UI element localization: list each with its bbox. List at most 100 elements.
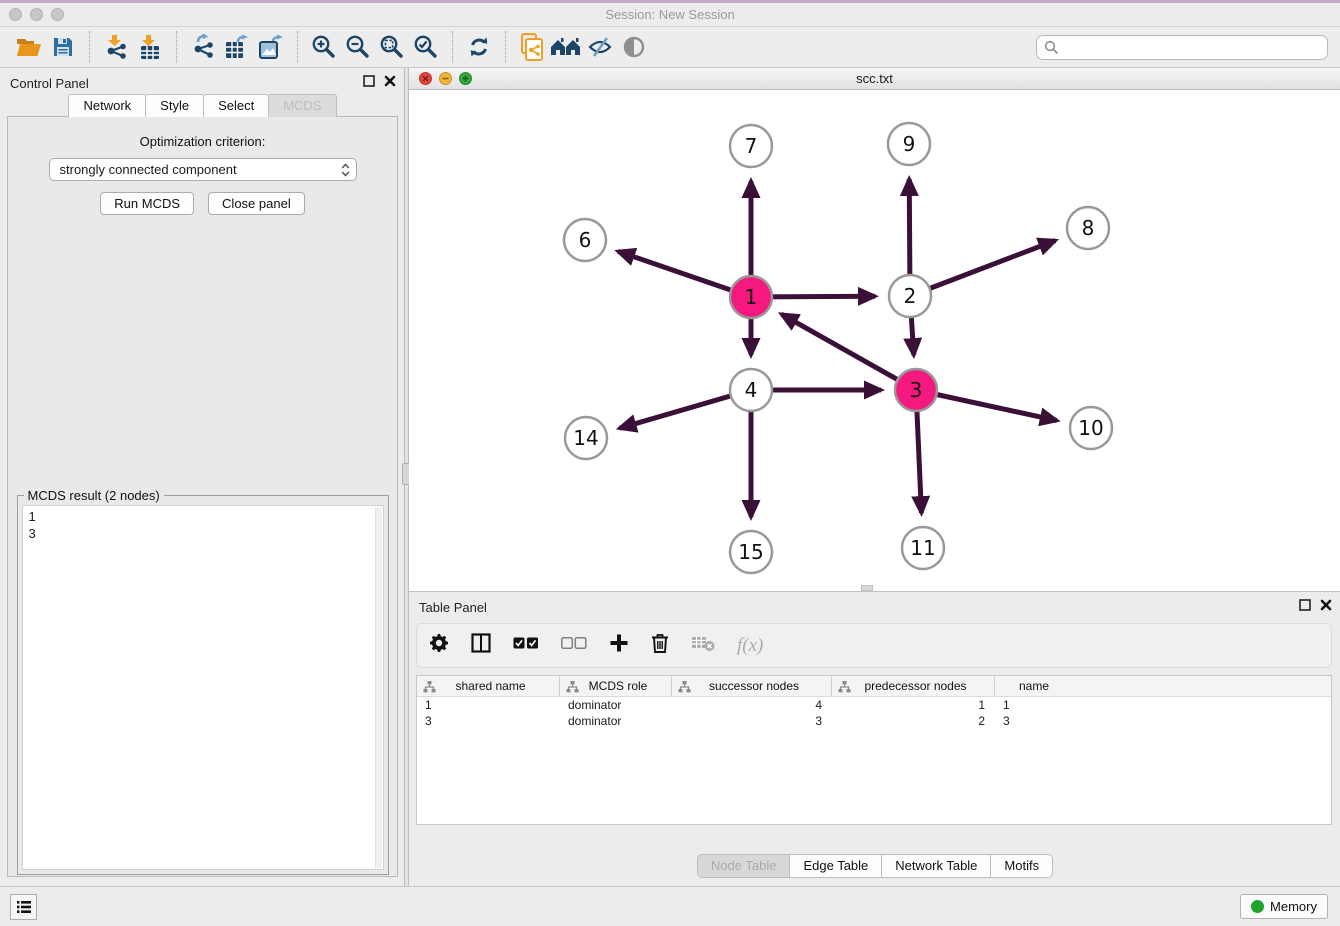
control-panel-title: Control Panel: [10, 76, 89, 91]
column-header-shared-name[interactable]: shared name: [417, 676, 560, 696]
network-title: scc.txt: [409, 71, 1340, 86]
main-toolbar: [0, 27, 1340, 68]
application-window: Session: New Session: [0, 0, 1340, 926]
function-builder-icon[interactable]: f(x): [737, 635, 763, 657]
float-panel-icon[interactable]: [363, 74, 375, 92]
tab-edge-table[interactable]: Edge Table: [789, 854, 882, 878]
tab-style[interactable]: Style: [145, 94, 204, 117]
duplicate-network-icon[interactable]: [515, 31, 549, 63]
toolbar-separator: [505, 31, 506, 63]
toolbar-separator: [176, 31, 177, 63]
graph-edge-2-8[interactable]: [910, 240, 1055, 296]
table-toolbar: f(x): [416, 623, 1332, 668]
graph-node-label-9: 9: [903, 132, 916, 156]
export-network-icon[interactable]: [186, 31, 220, 63]
cell-name[interactable]: 3: [995, 713, 1081, 729]
cell-mcds-role[interactable]: dominator: [560, 713, 672, 729]
column-layout-icon[interactable]: [471, 633, 491, 658]
table-row[interactable]: 3 dominator 3 2 3: [417, 713, 1331, 729]
hide-network-icon[interactable]: [583, 31, 617, 63]
toolbar-separator: [452, 31, 453, 63]
tab-network[interactable]: Network: [68, 94, 146, 117]
add-column-icon[interactable]: [609, 633, 629, 658]
select-stepper-icon: [341, 163, 350, 177]
home-networks-icon[interactable]: [549, 31, 583, 63]
table-tabs: Node Table Edge Table Network Table Moti…: [409, 854, 1340, 878]
network-graph: 7968124314101511: [409, 90, 1340, 591]
cell-shared-name[interactable]: 1: [417, 697, 560, 713]
cell-successor-nodes[interactable]: 3: [672, 713, 832, 729]
mcds-result-text[interactable]: 1 3: [22, 505, 384, 870]
zoom-fit-icon[interactable]: [375, 31, 409, 63]
memory-label: Memory: [1270, 899, 1317, 914]
column-header-name[interactable]: name: [995, 676, 1081, 696]
export-image-icon[interactable]: [254, 31, 288, 63]
mcds-result-group: MCDS result (2 nodes) 1 3: [17, 495, 389, 875]
column-header-mcds-role[interactable]: MCDS role: [560, 676, 672, 696]
graph-node-label-7: 7: [745, 134, 758, 158]
open-folder-icon[interactable]: [12, 31, 46, 63]
refresh-icon[interactable]: [462, 31, 496, 63]
graph-node-label-8: 8: [1082, 216, 1095, 240]
toolbar-separator: [89, 31, 90, 63]
graph-node-label-2: 2: [904, 284, 917, 308]
graph-node-label-3: 3: [910, 378, 923, 402]
table-panel: Table Panel: [409, 592, 1340, 886]
window-title: Session: New Session: [0, 7, 1340, 22]
close-panel-icon[interactable]: [1320, 598, 1332, 616]
delete-table-icon[interactable]: [691, 634, 715, 657]
window-titlebar: Session: New Session: [0, 3, 1340, 27]
search-input[interactable]: [1036, 35, 1328, 60]
control-panel-header: Control Panel: [0, 68, 404, 94]
select-all-checks-icon[interactable]: [513, 637, 539, 655]
close-panel-icon[interactable]: [384, 74, 396, 92]
deselect-all-checks-icon[interactable]: [561, 637, 587, 655]
tab-select[interactable]: Select: [203, 94, 269, 117]
tab-mcds[interactable]: MCDS: [268, 94, 336, 117]
import-network-icon[interactable]: [99, 31, 133, 63]
column-header-predecessor-nodes[interactable]: predecessor nodes: [832, 676, 995, 696]
task-history-button[interactable]: [10, 894, 37, 920]
close-panel-button[interactable]: Close panel: [208, 192, 305, 215]
settings-gear-icon[interactable]: [429, 633, 449, 658]
hierarchy-icon: [678, 680, 691, 693]
graph-node-label-10: 10: [1078, 416, 1103, 440]
tab-motifs[interactable]: Motifs: [990, 854, 1053, 878]
memory-button[interactable]: Memory: [1240, 894, 1328, 919]
export-table-icon[interactable]: [220, 31, 254, 63]
table-row[interactable]: 1 dominator 4 1 1: [417, 697, 1331, 713]
cell-shared-name[interactable]: 3: [417, 713, 560, 729]
graph-node-label-1: 1: [745, 285, 758, 309]
control-panel: Control Panel Network Style Select MCDS …: [0, 68, 404, 886]
tab-node-table[interactable]: Node Table: [697, 854, 791, 878]
column-header-successor-nodes[interactable]: successor nodes: [672, 676, 832, 696]
canvas-resize-grip[interactable]: [861, 585, 873, 591]
zoom-out-icon[interactable]: [341, 31, 375, 63]
float-panel-icon[interactable]: [1299, 598, 1311, 616]
graph-edge-3-1[interactable]: [781, 314, 916, 390]
network-canvas[interactable]: 7968124314101511: [409, 90, 1340, 591]
result-scrollbar[interactable]: [375, 507, 382, 868]
criterion-select[interactable]: strongly connected component: [49, 158, 357, 181]
cell-successor-nodes[interactable]: 4: [672, 697, 832, 713]
zoom-selected-icon[interactable]: [409, 31, 443, 63]
zoom-in-icon[interactable]: [307, 31, 341, 63]
cell-name[interactable]: 1: [995, 697, 1081, 713]
save-icon[interactable]: [46, 31, 80, 63]
cell-mcds-role[interactable]: dominator: [560, 697, 672, 713]
graph-node-label-11: 11: [910, 536, 935, 560]
toolbar-separator: [297, 31, 298, 63]
search-field-wrap: [1036, 35, 1328, 60]
mcds-panel: Optimization criterion: strongly connect…: [7, 116, 398, 877]
hierarchy-icon: [838, 680, 851, 693]
node-table[interactable]: shared name MCDS role successor nodes: [416, 675, 1332, 825]
hierarchy-icon: [566, 680, 579, 693]
delete-column-icon[interactable]: [651, 633, 669, 658]
run-mcds-button[interactable]: Run MCDS: [100, 192, 194, 215]
import-table-icon[interactable]: [133, 31, 167, 63]
cell-predecessor-nodes[interactable]: 2: [832, 713, 995, 729]
show-network-icon[interactable]: [617, 31, 651, 63]
cell-predecessor-nodes[interactable]: 1: [832, 697, 995, 713]
tab-network-table[interactable]: Network Table: [881, 854, 991, 878]
criterion-value: strongly connected component: [60, 162, 237, 177]
